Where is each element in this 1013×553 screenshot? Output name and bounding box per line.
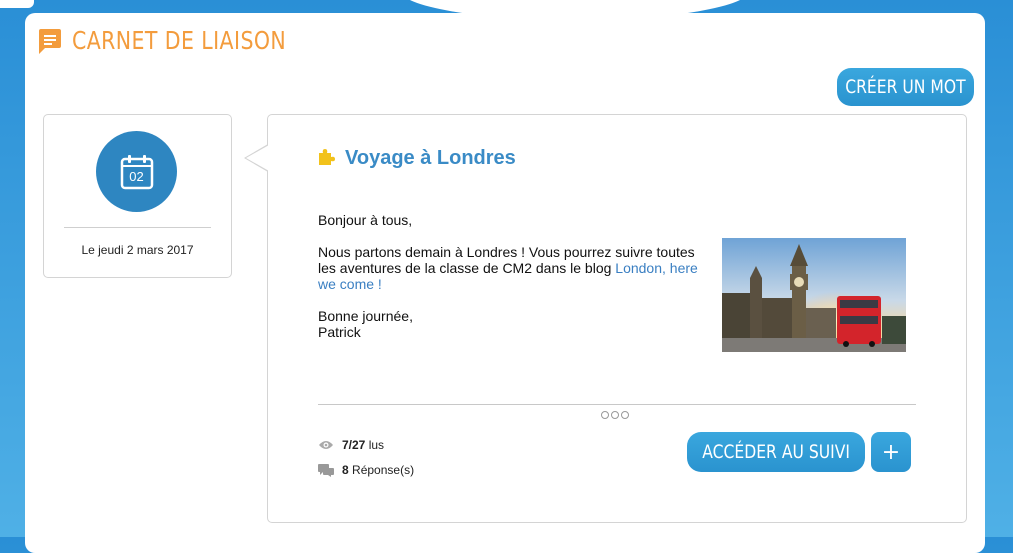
date-badge: 02 — [96, 131, 177, 212]
post-body: Bonjour à tous, Nous partons demain à Lo… — [318, 212, 708, 340]
date-divider — [64, 227, 211, 228]
date-card: 02 Le jeudi 2 mars 2017 — [43, 114, 232, 278]
reply-stat: 8 Réponse(s) — [318, 463, 414, 477]
page-title: CARNET DE LIAISON — [72, 26, 287, 55]
dot — [611, 411, 619, 419]
dot — [601, 411, 609, 419]
eye-icon — [318, 440, 334, 450]
post-greeting: Bonjour à tous, — [318, 212, 413, 228]
plus-button[interactable]: + — [871, 432, 911, 472]
main-card: CARNET DE LIAISON CRÉER UN MOT 02 Le jeu… — [25, 13, 985, 553]
london-photo[interactable] — [722, 238, 906, 352]
reply-count: 8 — [342, 463, 349, 477]
post-title[interactable]: Voyage à Londres — [345, 147, 516, 170]
access-follow-up-label: ACCÉDER AU SUIVI — [702, 441, 850, 463]
read-count: 7/27 — [342, 438, 366, 452]
comments-icon — [318, 463, 334, 477]
access-follow-up-button[interactable]: ACCÉDER AU SUIVI — [687, 432, 865, 472]
post-pointer-fill — [246, 145, 269, 171]
chat-bubble-icon — [36, 28, 62, 54]
calendar-icon: 02 — [120, 154, 154, 190]
plus-label: + — [881, 439, 901, 465]
date-label: Le jeudi 2 mars 2017 — [81, 243, 194, 257]
post-closing: Bonne journée, Patrick — [318, 308, 708, 340]
post-header: Voyage à Londres — [317, 146, 516, 171]
post-card: Voyage à Londres Bonjour à tous, Nous pa… — [244, 114, 967, 523]
reply-label: Réponse(s) — [352, 463, 415, 477]
post-paragraph: Nous partons demain à Londres ! Vous pou… — [318, 244, 708, 292]
read-label: lus — [368, 438, 385, 452]
dot — [621, 411, 629, 419]
closing-text: Bonne journée, — [318, 308, 413, 324]
post-divider — [318, 404, 916, 405]
create-note-button[interactable]: CRÉER UN MOT — [837, 68, 974, 106]
more-dots-icon[interactable] — [601, 411, 629, 419]
puzzle-icon — [317, 146, 337, 171]
background-tab — [0, 0, 34, 8]
calendar-day: 02 — [129, 168, 144, 184]
read-stat: 7/27 lus — [318, 438, 384, 452]
create-note-label: CRÉER UN MOT — [845, 76, 966, 98]
signature-text: Patrick — [318, 324, 361, 340]
page-header: CARNET DE LIAISON — [36, 26, 333, 55]
